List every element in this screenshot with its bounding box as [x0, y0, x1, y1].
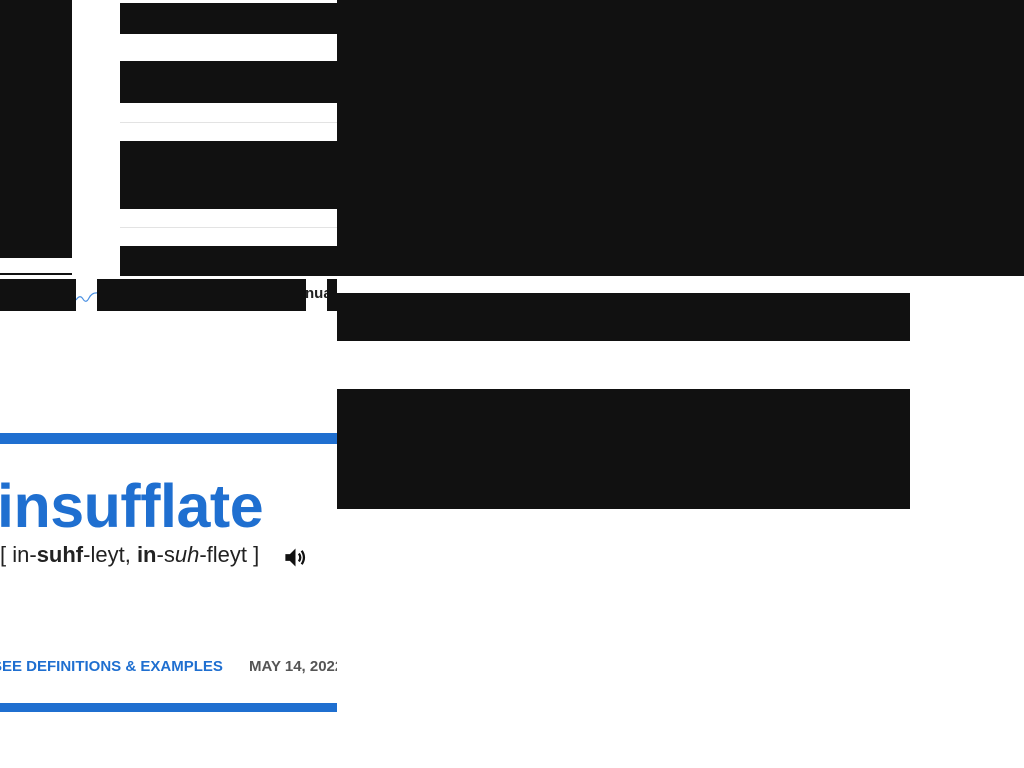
card-bottom-accent-bar [0, 703, 337, 712]
redacted-ad-1 [337, 293, 910, 341]
redacted-header-banner [337, 0, 1024, 276]
headword: insufflate [0, 472, 264, 540]
pronunciation: [ in-suhf-leyt, in-suh-fleyt ] [0, 542, 260, 567]
see-definitions-link[interactable]: SEE DEFINITIONS & EXAMPLES [0, 658, 223, 675]
date-label: MAY 14, 2022 [249, 658, 337, 675]
card-top-accent-bar [0, 433, 337, 444]
redacted-ad-2 [337, 389, 910, 509]
word-of-the-day-card: insufflate [ in-suhf-leyt, in-suh-fleyt … [0, 0, 337, 768]
speaker-icon[interactable] [282, 544, 309, 571]
